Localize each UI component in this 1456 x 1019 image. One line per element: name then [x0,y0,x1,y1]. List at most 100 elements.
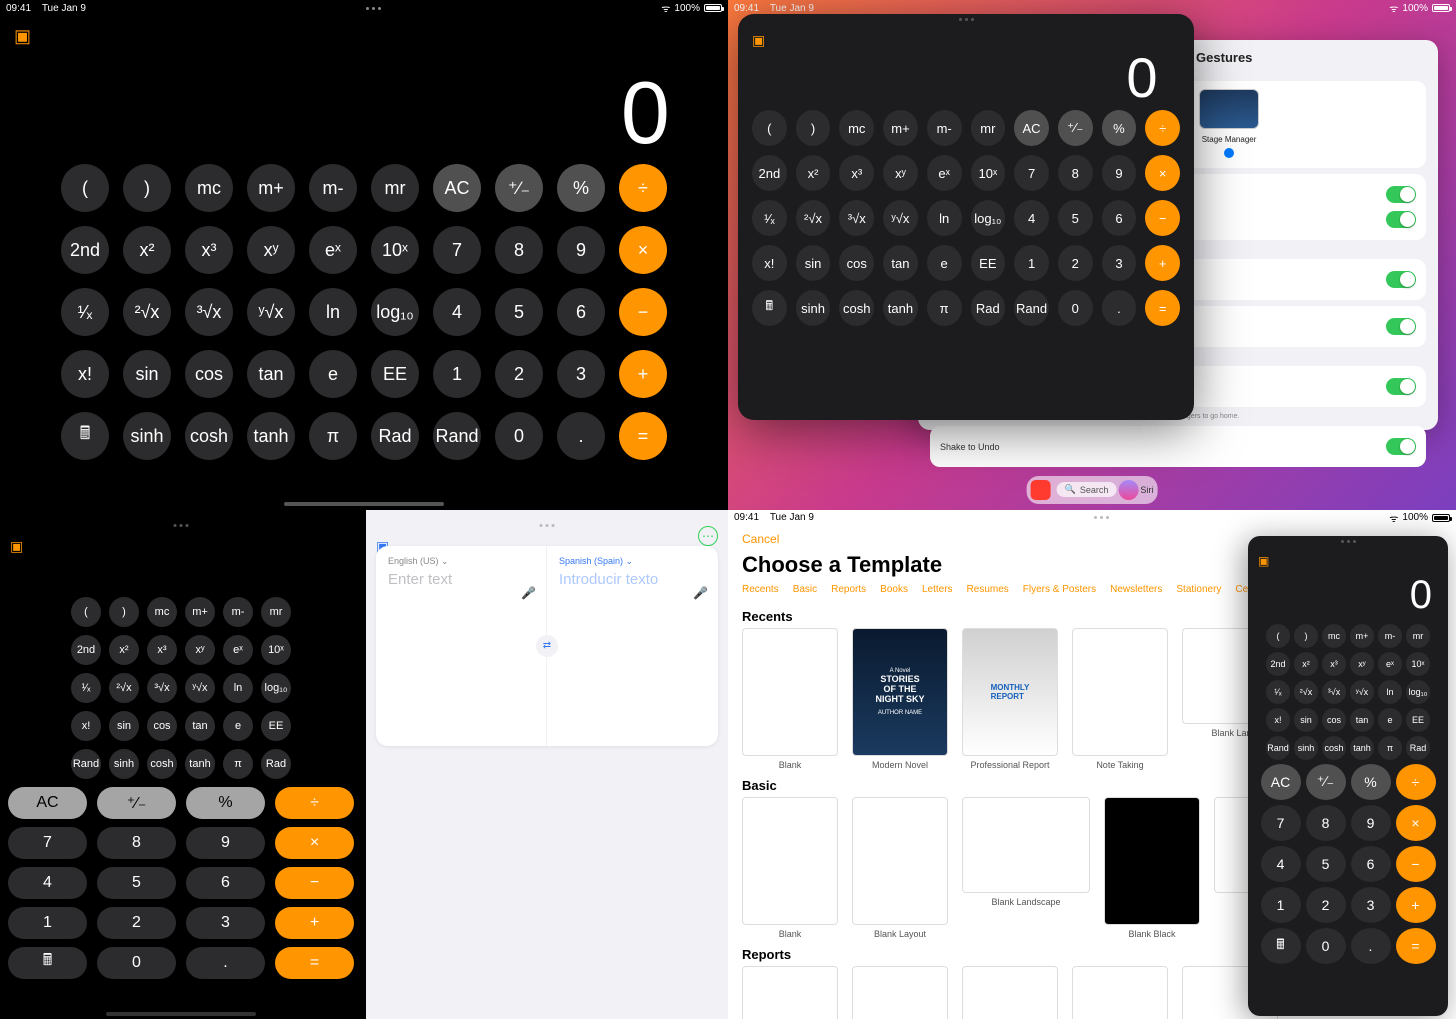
calc-key-[interactable]: ) [109,597,139,627]
radio-stagemanager[interactable] [1224,148,1234,158]
calc-key-x[interactable]: ²√x [123,288,171,336]
lang-to-label[interactable]: Spanish (Spain) ⌄ [559,556,706,567]
calc-key-0[interactable]: 0 [495,412,543,460]
calc-key-8[interactable]: 8 [97,827,176,859]
calc-key-5[interactable]: 5 [495,288,543,336]
template-thumb[interactable] [852,797,948,925]
category-recents[interactable]: Recents [742,584,779,595]
calc-key-log[interactable]: log₁₀ [261,673,291,703]
calc-key-9[interactable]: 9 [186,827,265,859]
calc-key-[interactable]: ( [61,164,109,212]
calc-key-log[interactable]: log₁₀ [371,288,419,336]
calc-key-AC[interactable]: AC [8,787,87,819]
calc-key-[interactable]: 🖩 [1261,928,1301,964]
calc-key-1[interactable]: 1 [1261,887,1301,923]
calc-key-9[interactable]: 9 [1351,805,1391,841]
calc-key-EE[interactable]: EE [371,350,419,398]
category-stationery[interactable]: Stationery [1176,584,1221,595]
calc-key-x[interactable]: ³√x [147,673,177,703]
calc-key-sinh[interactable]: sinh [1294,736,1318,760]
calc-key-[interactable]: ¹⁄ₓ [61,288,109,336]
calc-key-[interactable]: ÷ [275,787,354,819]
calc-key-x[interactable]: x³ [839,155,874,191]
toggle-dock[interactable] [1386,211,1416,228]
calc-key-[interactable]: π [1378,736,1402,760]
sidebar-toggle-icon[interactable]: ▣ [1258,554,1269,568]
window-handle[interactable] [540,524,555,527]
sidebar-toggle-icon[interactable]: ▣ [10,538,23,555]
category-basic[interactable]: Basic [793,584,817,595]
calc-key-Rand[interactable]: Rand [433,412,481,460]
calc-key-[interactable]: ) [796,110,831,146]
calc-key-x[interactable]: x² [109,635,139,665]
calc-key-8[interactable]: 8 [1306,805,1346,841]
calc-key-mr[interactable]: mr [971,110,1006,146]
lang-from-label[interactable]: English (US) ⌄ [388,556,534,567]
calc-key-Rand[interactable]: Rand [1014,290,1049,326]
calc-key-e[interactable]: eˣ [1378,652,1402,676]
calc-key-mr[interactable]: mr [371,164,419,212]
calc-key-6[interactable]: 6 [1351,846,1391,882]
calc-key-2nd[interactable]: 2nd [61,226,109,274]
category-flyersposters[interactable]: Flyers & Posters [1023,584,1096,595]
calc-key-cosh[interactable]: cosh [839,290,874,326]
calc-key-2nd[interactable]: 2nd [1266,652,1290,676]
calc-key-0[interactable]: 0 [1058,290,1093,326]
calc-key-[interactable]: ⁺∕₋ [1058,110,1093,146]
dock-app[interactable] [1031,480,1051,500]
calc-key-x[interactable]: ʸ√x [247,288,295,336]
template-thumb[interactable] [1072,628,1168,756]
calc-slideover[interactable]: ▣ 0 ()mcm+m-mr2ndx²x³xʸeˣ10ˣ¹⁄ₓ²√x³√xʸ√x… [1248,536,1448,1016]
calc-key-ln[interactable]: ln [927,200,962,236]
translate-to-panel[interactable]: Spanish (Spain) ⌄ Introducir texto 🎤 [547,546,718,746]
template-thumb[interactable] [742,966,838,1019]
calc-key-[interactable]: × [1396,805,1436,841]
toggle-pip[interactable] [1386,318,1416,335]
calc-key-tan[interactable]: tan [1350,708,1374,732]
calc-key-[interactable]: . [557,412,605,460]
calc-key-[interactable]: + [275,907,354,939]
calc-key-Rad[interactable]: Rad [1406,736,1430,760]
calc-key-7[interactable]: 7 [8,827,87,859]
calc-key-x[interactable]: xʸ [185,635,215,665]
calc-key-cos[interactable]: cos [839,245,874,281]
calc-key-7[interactable]: 7 [1261,805,1301,841]
calc-key-sin[interactable]: sin [1294,708,1318,732]
calc-key-9[interactable]: 9 [557,226,605,274]
calc-key-m[interactable]: m- [309,164,357,212]
calc-key-ln[interactable]: ln [1378,680,1402,704]
calc-key-cos[interactable]: cos [1322,708,1346,732]
calc-key-x[interactable]: ʸ√x [883,200,918,236]
template-thumb[interactable] [962,797,1090,893]
calc-key-x[interactable]: ²√x [1294,680,1318,704]
template-thumb[interactable] [742,797,838,925]
sidebar-toggle-icon[interactable]: ▣ [14,26,31,47]
calc-key-7[interactable]: 7 [1014,155,1049,191]
calc-key-3[interactable]: 3 [186,907,265,939]
calc-key-[interactable]: ⁺∕₋ [495,164,543,212]
calc-key-10[interactable]: 10ˣ [1406,652,1430,676]
calc-key-tanh[interactable]: tanh [185,749,215,779]
calc-key-m[interactable]: m- [223,597,253,627]
calc-key-sinh[interactable]: sinh [109,749,139,779]
calc-key-x[interactable]: ²√x [109,673,139,703]
mic-icon[interactable]: 🎤 [693,586,708,600]
calc-key-8[interactable]: 8 [495,226,543,274]
toggle-resize[interactable] [1386,271,1416,288]
calc-key-x[interactable]: ʸ√x [1350,680,1374,704]
calc-key-[interactable]: − [275,867,354,899]
calc-key-m[interactable]: m+ [883,110,918,146]
window-handle[interactable] [1248,536,1448,547]
calc-key-tan[interactable]: tan [185,711,215,741]
calc-key-e[interactable]: e [1378,708,1402,732]
calc-key-e[interactable]: eˣ [927,155,962,191]
calc-key-x[interactable]: x² [123,226,171,274]
category-resumes[interactable]: Resumes [967,584,1009,595]
window-handle[interactable] [174,524,189,527]
calc-key-e[interactable]: eˣ [309,226,357,274]
calc-key-[interactable]: π [927,290,962,326]
mic-icon[interactable]: 🎤 [521,586,536,600]
calc-key-[interactable]: = [619,412,667,460]
calc-key-[interactable]: . [1102,290,1137,326]
calc-key-Rand[interactable]: Rand [71,749,101,779]
